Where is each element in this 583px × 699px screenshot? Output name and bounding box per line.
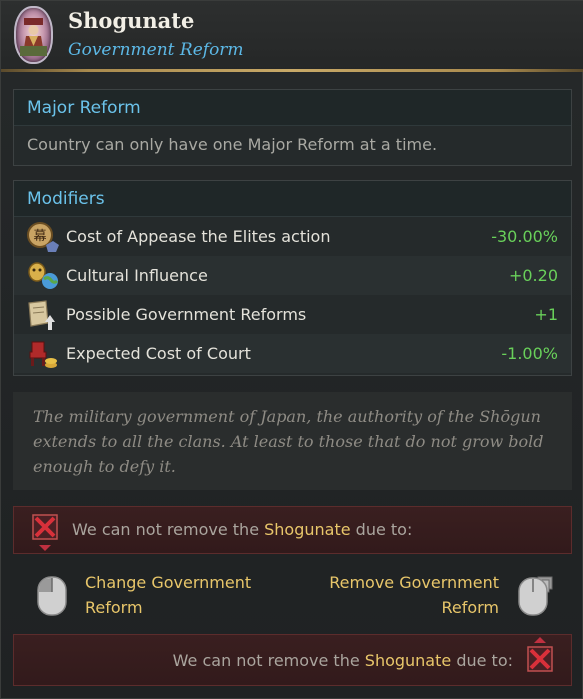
- modifier-value: +0.20: [508, 266, 558, 285]
- action-label-line2: Reform: [441, 598, 499, 617]
- warning-suffix: due to:: [451, 651, 513, 670]
- removal-blocked-warning-secondary: We can not remove the Shogunate due to:: [13, 634, 572, 686]
- warning-message: We can not remove the Shogunate due to:: [173, 651, 513, 670]
- left-mouse-icon: [37, 576, 67, 620]
- warning-prefix: We can not remove the: [172, 651, 365, 670]
- warning-suffix: due to:: [350, 520, 413, 539]
- modifier-label: Possible Government Reforms: [66, 305, 307, 324]
- right-mouse-icon: [518, 575, 558, 621]
- reform-title: Shogunate: [68, 8, 195, 33]
- court-cost-icon: [26, 338, 62, 370]
- modifier-label: Expected Cost of Court: [66, 344, 251, 363]
- reform-tooltip: Shogunate Government Reform Major Reform…: [0, 0, 583, 699]
- flavor-text: The military government of Japan, the au…: [13, 392, 572, 490]
- major-reform-heading: Major Reform: [14, 90, 571, 126]
- shogunate-emblem-icon: [14, 6, 53, 64]
- cultural-influence-icon: [26, 260, 62, 292]
- modifier-value: -30.00%: [491, 227, 558, 246]
- action-label-line2: Reform: [85, 598, 143, 617]
- major-reform-text: Country can only have one Major Reform a…: [27, 135, 438, 154]
- government-reforms-icon: [26, 299, 62, 331]
- action-label-line1: Remove Government: [329, 573, 499, 592]
- modifiers-panel: Modifiers 幕 Cost of Appease the Elites a…: [13, 180, 572, 376]
- modifier-row: Possible Government Reforms +1: [14, 295, 571, 334]
- cross-icon: [526, 635, 556, 675]
- header-divider: [1, 69, 583, 72]
- appease-elites-icon: 幕: [26, 221, 62, 253]
- modifiers-heading: Modifiers: [14, 181, 571, 217]
- action-label-line1: Change Government: [85, 573, 252, 592]
- warning-prefix: We can not remove the: [72, 520, 265, 539]
- warning-highlight: Shogunate: [364, 651, 452, 670]
- modifier-label: Cultural Influence: [66, 266, 208, 285]
- modifier-value: +1: [534, 305, 558, 324]
- change-government-reform-action[interactable]: Change Government Reform: [85, 570, 251, 620]
- tooltip-header: Shogunate Government Reform: [1, 1, 583, 71]
- modifier-row: 幕 Cost of Appease the Elites action -30.…: [14, 217, 571, 256]
- modifier-row: Cultural Influence +0.20: [14, 256, 571, 295]
- major-reform-panel: Major Reform Country can only have one M…: [13, 89, 572, 166]
- modifier-label: Cost of Appease the Elites action: [66, 227, 331, 246]
- warning-highlight: Shogunate: [264, 520, 351, 539]
- svg-text:幕: 幕: [33, 229, 46, 244]
- reform-category: Government Reform: [68, 40, 244, 60]
- modifier-row: Expected Cost of Court -1.00%: [14, 334, 571, 373]
- modifier-value: -1.00%: [501, 344, 558, 363]
- removal-blocked-warning: We can not remove the Shogunate due to:: [13, 506, 572, 554]
- cross-icon: [31, 513, 61, 553]
- warning-message: We can not remove the Shogunate due to:: [72, 520, 412, 539]
- remove-government-reform-action[interactable]: Remove Government Reform: [329, 570, 499, 620]
